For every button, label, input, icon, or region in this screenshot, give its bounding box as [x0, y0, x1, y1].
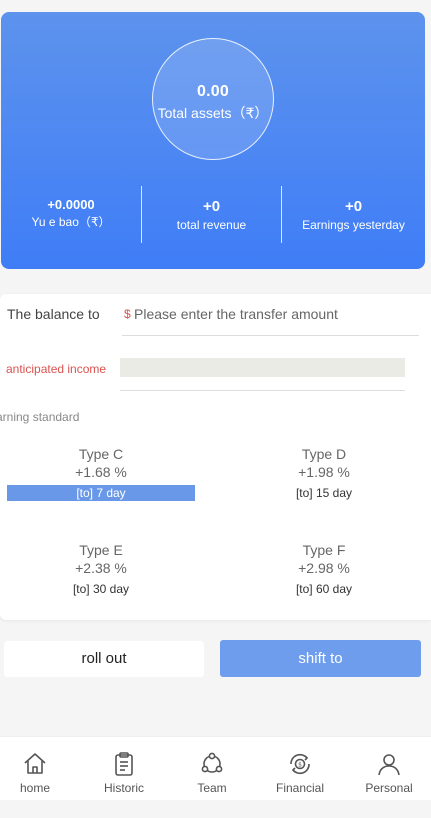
nav-label: Historic — [103, 781, 144, 795]
nav-label: Financial — [275, 781, 325, 795]
anticipated-income-field — [120, 358, 405, 377]
assets-summary-card: 0.00 Total assets（₹） +0.0000 Yu e bao（₹）… — [1, 12, 425, 269]
plan-name: Type C — [78, 446, 124, 462]
input-underline — [122, 335, 419, 336]
plan-rate: +2.38 % — [75, 560, 127, 576]
plan-duration: [to] 60 day — [295, 582, 353, 596]
plan-duration: [to] 7 day — [7, 485, 195, 501]
yuebao-value: +0.0000 — [47, 197, 95, 212]
plan-rate: +1.98 % — [298, 464, 350, 480]
total-assets-value: 0.00 — [197, 83, 229, 100]
plan-option-type-d[interactable]: Type D +1.98 % [to] 15 day — [230, 446, 418, 501]
nav-item-home[interactable]: home — [0, 751, 78, 795]
nav-item-personal[interactable]: Personal — [346, 751, 431, 795]
nav-item-historic[interactable]: Historic — [81, 751, 167, 795]
plan-option-type-f[interactable]: Type F +2.98 % [to] 60 day — [230, 542, 418, 597]
plan-option-type-c[interactable]: Type C +1.68 % [to] 7 day — [7, 446, 195, 501]
svg-text:$: $ — [298, 762, 302, 769]
transfer-form: The balance to $ anticipated income arni… — [0, 294, 431, 620]
plan-option-type-e[interactable]: Type E +2.38 % [to] 30 day — [7, 542, 195, 597]
total-revenue-label: total revenue — [176, 218, 247, 232]
currency-symbol: $ — [124, 307, 131, 321]
transfer-amount-input[interactable] — [134, 303, 418, 325]
earnings-yesterday-stat: +0 Earnings yesterday — [282, 198, 425, 256]
total-assets-circle: 0.00 Total assets（₹） — [152, 38, 274, 160]
balance-label: The balance to — [7, 306, 100, 322]
bottom-navigation: home Historic Team $ Financial Personal — [0, 736, 431, 800]
plan-duration: [to] 15 day — [295, 486, 353, 500]
home-icon — [0, 751, 78, 777]
nav-item-team[interactable]: Team — [169, 751, 255, 795]
nav-label: Team — [197, 781, 227, 795]
team-icon — [169, 751, 255, 777]
total-assets-label: Total assets（₹） — [157, 105, 269, 121]
total-revenue-stat: +0 total revenue — [142, 198, 281, 256]
roll-out-button[interactable]: roll out — [4, 641, 204, 677]
plan-name: Type E — [79, 542, 123, 558]
plan-rate: +1.68 % — [75, 464, 127, 480]
shift-to-button[interactable]: shift to — [220, 640, 421, 677]
yuebao-label: Yu e bao（₹） — [31, 215, 111, 229]
total-revenue-value: +0 — [202, 198, 221, 215]
plan-rate: +2.98 % — [298, 560, 350, 576]
yuebao-stat: +0.0000 Yu e bao（₹） — [1, 197, 141, 255]
plan-name: Type D — [301, 446, 347, 462]
nav-label: Personal — [365, 781, 413, 795]
earning-standard-label: arning standard — [0, 410, 80, 424]
nav-label: home — [19, 781, 51, 795]
clipboard-icon — [81, 751, 167, 777]
earnings-yesterday-label: Earnings yesterday — [302, 218, 405, 232]
plan-duration: [to] 30 day — [72, 582, 130, 596]
nav-item-financial[interactable]: $ Financial — [257, 751, 343, 795]
income-underline — [120, 390, 405, 391]
anticipated-income-label: anticipated income — [6, 362, 107, 376]
earnings-yesterday-value: +0 — [344, 198, 363, 215]
person-icon — [346, 751, 431, 777]
financial-icon: $ — [257, 751, 343, 777]
plan-name: Type F — [302, 542, 346, 558]
